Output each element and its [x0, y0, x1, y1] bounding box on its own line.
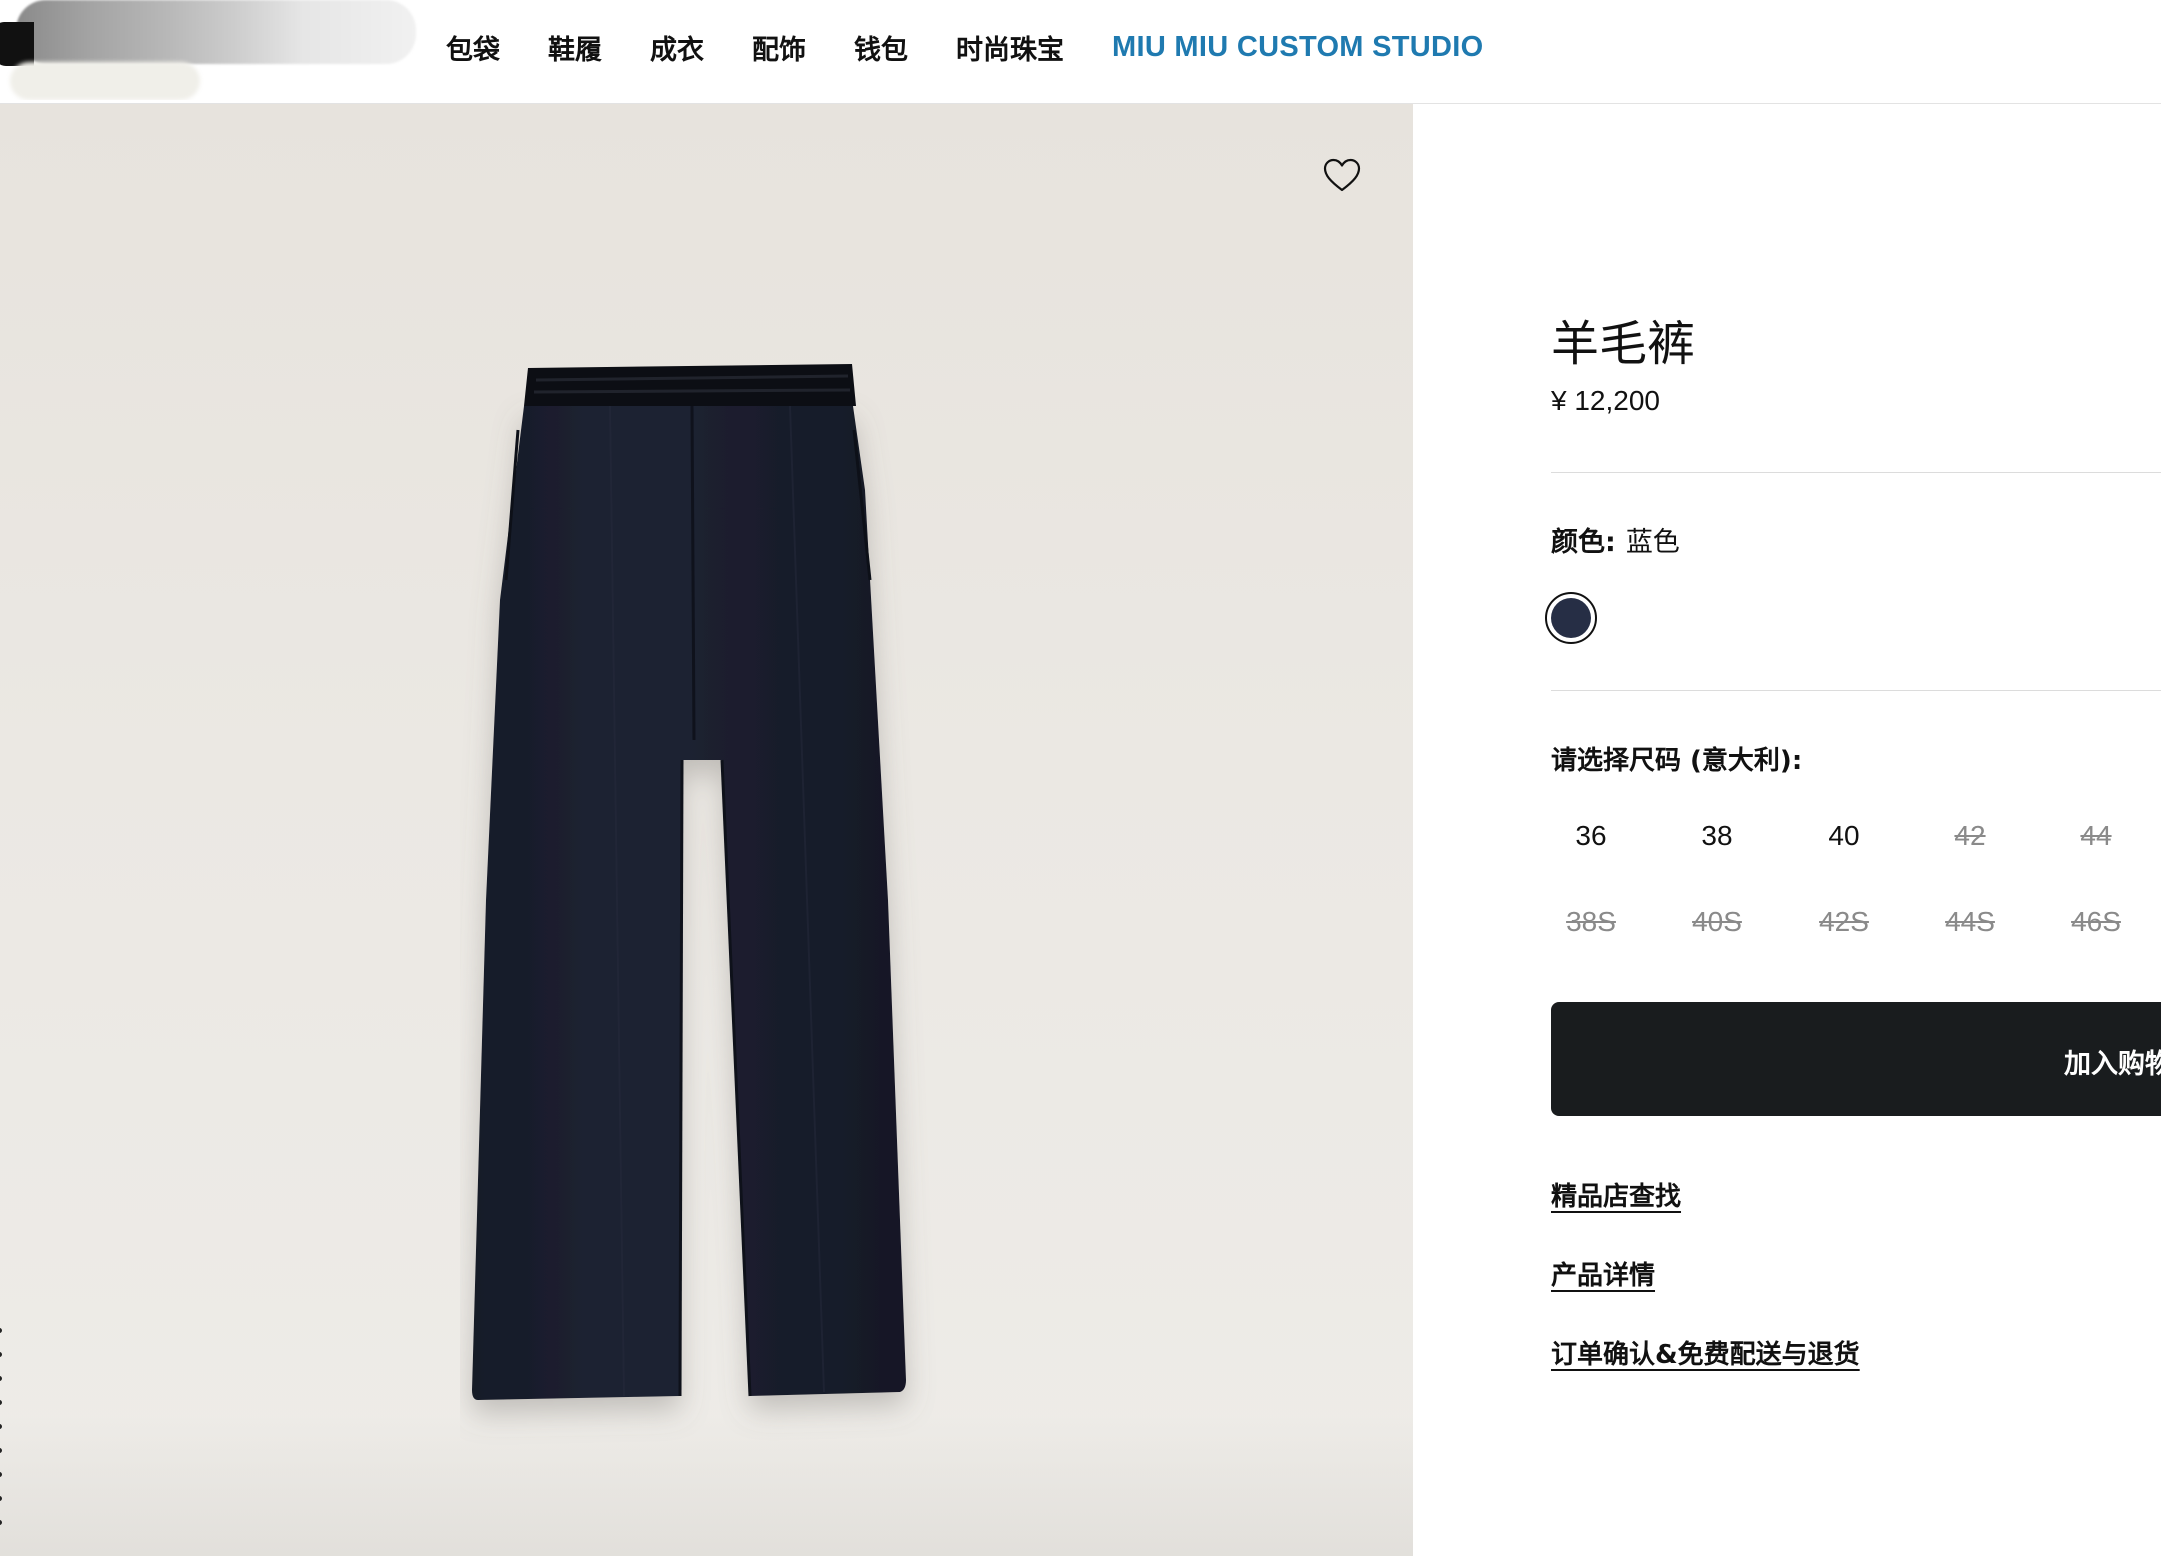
nav-item-ready-to-wear[interactable]: 成衣 [650, 28, 704, 67]
nav-item-bags[interactable]: 包袋 [446, 28, 500, 67]
product-price: ¥ 12,200 [1551, 385, 1660, 416]
heart-icon[interactable] [1322, 156, 1362, 196]
color-row: 颜色: 蓝色 [1551, 520, 1680, 559]
color-label: 颜色: [1551, 527, 1616, 558]
size-option-38s-unavailable[interactable]: 38S [1551, 906, 1631, 938]
wool-trousers-image [472, 364, 906, 1400]
size-option-36[interactable]: 36 [1551, 820, 1631, 852]
nav-item-jewelry[interactable]: 时尚珠宝 [956, 28, 1064, 67]
size-selector-title: 请选择尺码 (意大利): [1551, 746, 1803, 776]
divider [1551, 690, 2161, 691]
nav-item-accessories[interactable]: 配饰 [752, 28, 806, 67]
add-to-cart-label: 加入购物 [2064, 1049, 2161, 1080]
product-title: 羊毛裤 [1551, 316, 1696, 372]
size-option-46s-unavailable[interactable]: 46S [2056, 906, 2136, 938]
size-option-40[interactable]: 40 [1804, 820, 1884, 852]
size-option-44-unavailable[interactable]: 44 [2056, 820, 2136, 852]
site-header: 包袋 鞋履 成衣 配饰 钱包 时尚珠宝 MIU MIU CUSTOM STUDI… [0, 0, 2161, 104]
nav-item-custom-studio[interactable]: MIU MIU CUSTOM STUDIO [1112, 31, 1483, 64]
size-option-42s-unavailable[interactable]: 42S [1804, 906, 1884, 938]
product-info-panel: 羊毛裤 ¥ 12,200 颜色: 蓝色 请选择尺码 (意大利): 36 38 40… [1413, 104, 2161, 1556]
divider [1551, 472, 2161, 473]
gallery-pagination-dots[interactable] [0, 1328, 5, 1556]
product-image-gallery[interactable] [0, 104, 1413, 1556]
color-swatch-blue[interactable] [1545, 592, 1597, 644]
size-option-40s-unavailable[interactable]: 40S [1677, 906, 1757, 938]
color-value: 蓝色 [1625, 527, 1680, 558]
nav-item-shoes[interactable]: 鞋履 [548, 28, 602, 67]
main-nav: 包袋 鞋履 成衣 配饰 钱包 时尚珠宝 MIU MIU CUSTOM STUDI… [446, 26, 1531, 68]
size-option-42-unavailable[interactable]: 42 [1930, 820, 2010, 852]
nav-item-wallets[interactable]: 钱包 [854, 28, 908, 67]
product-details-link[interactable]: 产品详情 [1551, 1255, 1655, 1292]
size-option-44s-unavailable[interactable]: 44S [1930, 906, 2010, 938]
store-locator-link[interactable]: 精品店查找 [1551, 1176, 1681, 1213]
size-option-38[interactable]: 38 [1677, 820, 1757, 852]
add-to-cart-button[interactable]: 加入购物 [1551, 1002, 2161, 1116]
brand-logo-blurred[interactable] [0, 0, 420, 100]
shipping-returns-link[interactable]: 订单确认&免费配送与退货 [1551, 1334, 1860, 1371]
